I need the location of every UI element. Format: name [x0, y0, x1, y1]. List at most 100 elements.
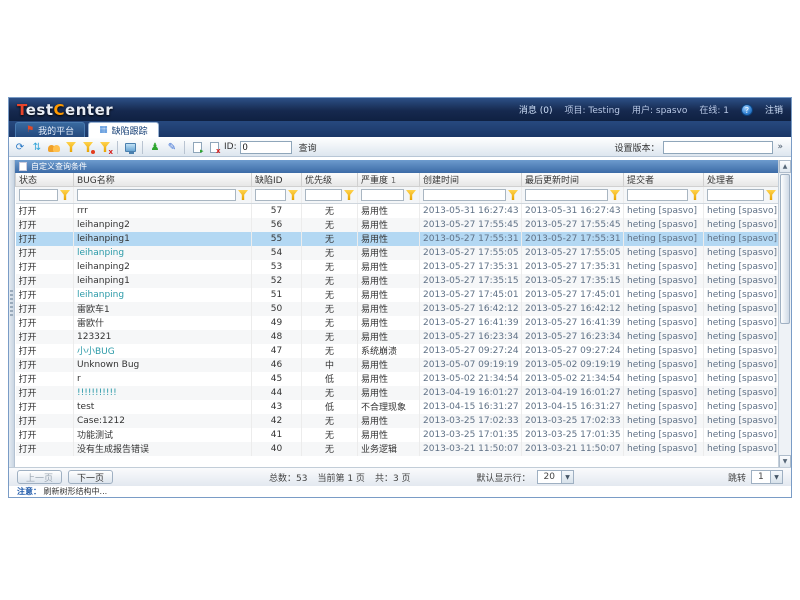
filter-funnel-icon[interactable]: [690, 190, 700, 200]
col-submitter[interactable]: 提交者: [624, 173, 704, 187]
cell-bug-name[interactable]: leihanping1: [74, 274, 252, 288]
table-row[interactable]: 打开 rrr 57 无 易用性 2013-05-31 16:27:43 2013…: [16, 204, 779, 218]
table-row[interactable]: 打开 leihanping1 55 无 易用性 2013-05-27 17:55…: [16, 232, 779, 246]
messages-link[interactable]: 消息 (0): [519, 103, 553, 116]
refresh-icon[interactable]: ⟳: [13, 140, 27, 154]
filter-icon[interactable]: [64, 140, 78, 154]
cell-bug-name[interactable]: leihanping2: [74, 260, 252, 274]
chevron-down-icon[interactable]: ▼: [770, 471, 782, 483]
table-row[interactable]: 打开 功能测试 41 无 易用性 2013-03-25 17:01:35 201…: [16, 428, 779, 442]
logout-link[interactable]: 注销: [765, 103, 783, 116]
filter-funnel-icon[interactable]: [60, 190, 70, 200]
sync-icon[interactable]: ⇅: [30, 140, 44, 154]
cell-bug-name[interactable]: 雷欧车1: [74, 302, 252, 316]
col-severity[interactable]: 严重度1: [358, 173, 420, 187]
cell-defect-id: 54: [252, 246, 302, 260]
export-cancel-icon[interactable]: [207, 140, 221, 154]
table-row[interactable]: 打开 123321 48 无 易用性 2013-05-27 16:23:34 2…: [16, 330, 779, 344]
table-row[interactable]: 打开 leihanping 54 无 易用性 2013-05-27 17:55:…: [16, 246, 779, 260]
table-row[interactable]: 打开 leihanping2 56 无 易用性 2013-05-27 17:55…: [16, 218, 779, 232]
table-row[interactable]: 打开 没有生成报告错误 40 无 业务逻辑 2013-03-21 11:50:0…: [16, 442, 779, 456]
filter-input-created[interactable]: [423, 189, 506, 201]
filter-funnel-icon[interactable]: [406, 190, 416, 200]
table-row[interactable]: 打开 test 43 低 不合理现象 2013-04-15 16:31:27 2…: [16, 400, 779, 414]
cell-bug-name[interactable]: leihanping: [74, 288, 252, 302]
users-icon[interactable]: [47, 140, 61, 154]
prev-page-button[interactable]: 上一页: [17, 470, 62, 484]
cell-severity: 易用性: [358, 246, 420, 260]
cell-bug-name[interactable]: leihanping: [74, 246, 252, 260]
cell-bug-name[interactable]: !!!!!!!!!!!: [74, 386, 252, 400]
cell-bug-name[interactable]: Unknown Bug: [74, 358, 252, 372]
col-bug-name[interactable]: BUG名称: [74, 173, 252, 187]
monitor-icon[interactable]: [123, 140, 137, 154]
scrollbar-thumb[interactable]: [780, 174, 790, 324]
edit-pen-icon[interactable]: ✎: [165, 140, 179, 154]
filter-input-severity[interactable]: [361, 189, 404, 201]
cell-updated: 2013-05-27 17:35:15: [522, 274, 624, 288]
go-button[interactable]: »: [777, 142, 783, 152]
cell-bug-name[interactable]: rrr: [74, 204, 252, 218]
scroll-up-icon[interactable]: ▲: [779, 160, 791, 173]
filter-funnel-icon[interactable]: [288, 190, 298, 200]
cell-bug-name[interactable]: r: [74, 372, 252, 386]
filter-input-status[interactable]: [19, 189, 59, 201]
cell-bug-name[interactable]: 功能测试: [74, 428, 252, 442]
filter-input-handler[interactable]: [707, 189, 764, 201]
query-button[interactable]: 查询: [299, 141, 317, 154]
tab-defect-tracking[interactable]: ▦ 缺陷跟踪: [88, 122, 159, 137]
table-row[interactable]: 打开 Unknown Bug 46 中 易用性 2013-05-07 09:19…: [16, 358, 779, 372]
table-row[interactable]: 打开 !!!!!!!!!!! 44 无 易用性 2013-04-19 16:01…: [16, 386, 779, 400]
chevron-down-icon[interactable]: ▼: [561, 471, 573, 483]
panel-splitter[interactable]: [9, 160, 15, 468]
cell-bug-name[interactable]: 没有生成报告错误: [74, 442, 252, 456]
export-icon[interactable]: [190, 140, 204, 154]
cell-bug-name[interactable]: 小小BUG: [74, 344, 252, 358]
col-handler[interactable]: 处理者: [704, 173, 779, 187]
filter-funnel-icon[interactable]: [508, 190, 518, 200]
id-input[interactable]: [240, 141, 292, 154]
cell-bug-name[interactable]: 雷欧什: [74, 316, 252, 330]
filter-funnel-icon[interactable]: [344, 190, 354, 200]
cell-created: 2013-05-27 17:35:31: [420, 260, 522, 274]
filter-input-priority[interactable]: [305, 189, 342, 201]
filter-input-submitter[interactable]: [627, 189, 688, 201]
filter-clear-icon[interactable]: x: [98, 140, 112, 154]
filter-funnel-icon[interactable]: [610, 190, 620, 200]
cell-submitter: heting [spasvo]: [624, 330, 704, 344]
filter-input-updated[interactable]: [525, 189, 608, 201]
jump-page-select[interactable]: 1 ▼: [751, 470, 783, 484]
filter-input-name[interactable]: [77, 189, 236, 201]
page-count-label: 共：3 页: [375, 471, 411, 484]
cell-bug-name[interactable]: 123321: [74, 330, 252, 344]
col-defect-id[interactable]: 缺陷ID: [252, 173, 302, 187]
filter-funnel-icon[interactable]: [238, 190, 248, 200]
next-page-button[interactable]: 下一页: [68, 470, 113, 484]
filter-input-id[interactable]: [255, 189, 286, 201]
assign-icon[interactable]: ♟: [148, 140, 162, 154]
cell-bug-name[interactable]: Case:1212: [74, 414, 252, 428]
col-status[interactable]: 状态: [16, 173, 74, 187]
vertical-scrollbar[interactable]: ▲ ▼: [778, 160, 791, 468]
table-row[interactable]: 打开 小小BUG 47 无 系统崩溃 2013-05-27 09:27:24 2…: [16, 344, 779, 358]
per-page-select[interactable]: 20 ▼: [537, 470, 574, 484]
cell-bug-name[interactable]: leihanping1: [74, 232, 252, 246]
table-row[interactable]: 打开 r 45 低 易用性 2013-05-02 21:34:54 2013-0…: [16, 372, 779, 386]
cell-created: 2013-05-27 16:41:39: [420, 316, 522, 330]
filter-funnel-icon[interactable]: [766, 190, 776, 200]
version-input[interactable]: [663, 141, 773, 154]
cell-bug-name[interactable]: leihanping2: [74, 218, 252, 232]
col-created[interactable]: 创建时间: [420, 173, 522, 187]
col-priority[interactable]: 优先级: [302, 173, 358, 187]
table-row[interactable]: 打开 leihanping 51 无 易用性 2013-05-27 17:45:…: [16, 288, 779, 302]
table-row[interactable]: 打开 leihanping1 52 无 易用性 2013-05-27 17:35…: [16, 274, 779, 288]
table-row[interactable]: 打开 雷欧什 49 无 易用性 2013-05-27 16:41:39 2013…: [16, 316, 779, 330]
cell-bug-name[interactable]: test: [74, 400, 252, 414]
table-row[interactable]: 打开 leihanping2 53 无 易用性 2013-05-27 17:35…: [16, 260, 779, 274]
table-row[interactable]: 打开 雷欧车1 50 无 易用性 2013-05-27 16:42:12 201…: [16, 302, 779, 316]
col-updated[interactable]: 最后更新时间: [522, 173, 624, 187]
tab-my-platform[interactable]: ⚑ 我的平台: [15, 122, 85, 137]
filter-add-icon[interactable]: [81, 140, 95, 154]
globe-icon[interactable]: ?: [741, 104, 753, 116]
table-row[interactable]: 打开 Case:1212 42 无 易用性 2013-03-25 17:02:3…: [16, 414, 779, 428]
